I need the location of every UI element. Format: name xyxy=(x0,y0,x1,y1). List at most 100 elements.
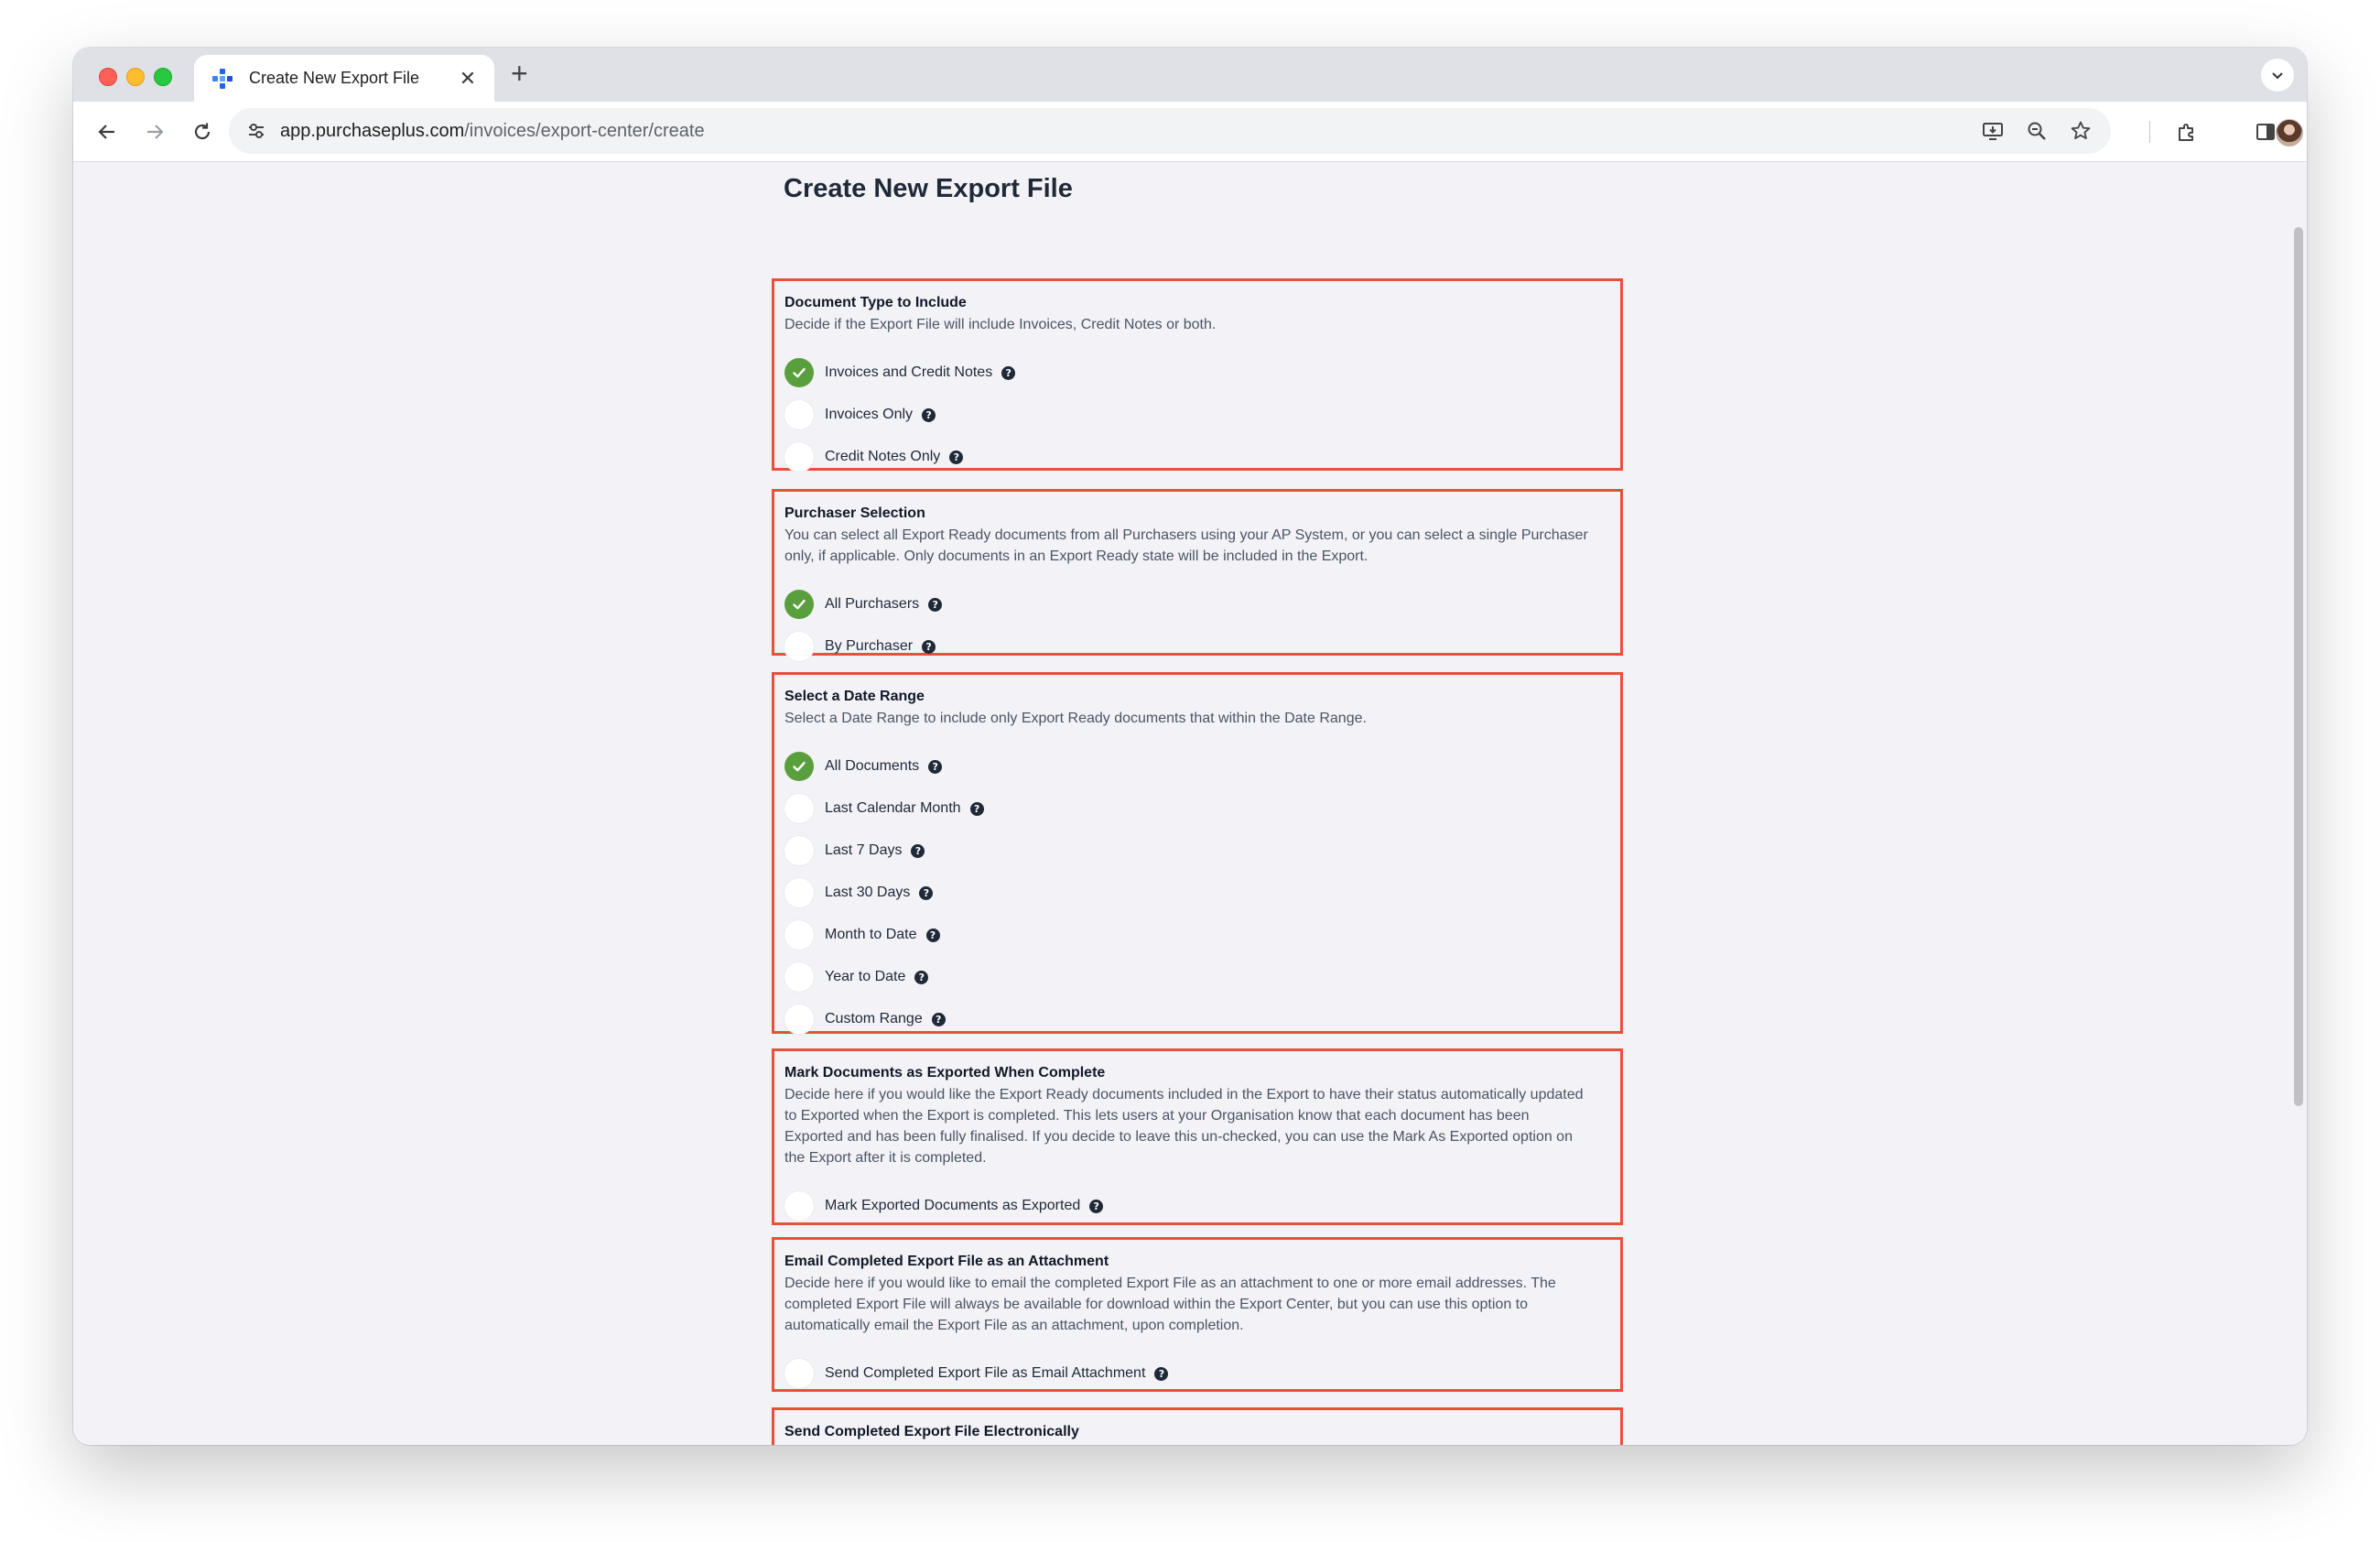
section-description: Select a Date Range to include only Expo… xyxy=(784,711,1367,726)
zoom-icon[interactable] xyxy=(2021,115,2052,147)
page-content: Create New Export File Document Type to … xyxy=(73,163,2307,1445)
address-bar[interactable]: app.purchaseplus.com/invoices/export-cen… xyxy=(229,108,2111,154)
unchecked-radio-icon[interactable] xyxy=(784,442,814,472)
bookmark-star-icon[interactable] xyxy=(2065,115,2096,147)
option-label: Invoices Only xyxy=(825,407,914,422)
option-mark-exported-documents-as-exported[interactable]: Mark Exported Documents as Exported? xyxy=(784,1185,1611,1227)
option-label: Month to Date xyxy=(825,927,917,942)
unchecked-radio-icon[interactable] xyxy=(784,920,814,950)
url-text: app.purchaseplus.com/invoices/export-cen… xyxy=(280,121,705,142)
help-question-icon[interactable]: ? xyxy=(922,407,936,422)
help-question-icon[interactable]: ? xyxy=(949,450,964,464)
minimize-window-button[interactable] xyxy=(126,68,145,86)
unchecked-radio-icon[interactable] xyxy=(784,878,814,907)
section-description: Decide here if you would like to email t… xyxy=(784,1276,1556,1333)
unchecked-radio-icon[interactable] xyxy=(784,1359,814,1388)
browser-window: Create New Export File ✕ + app.purchasep… xyxy=(73,48,2307,1445)
unchecked-radio-icon[interactable] xyxy=(784,632,814,661)
browser-toolbar: app.purchaseplus.com/invoices/export-cen… xyxy=(73,102,2307,162)
page-scrollbar[interactable] xyxy=(2294,227,2303,1106)
unchecked-radio-icon[interactable] xyxy=(784,836,814,865)
option-label: Invoices and Credit Notes xyxy=(825,364,993,380)
option-label: All Purchasers xyxy=(825,596,920,612)
spacer-10 xyxy=(2173,114,2208,149)
option-label: Last Calendar Month xyxy=(825,800,961,816)
help-question-icon[interactable]: ? xyxy=(928,597,943,612)
option-list: All Purchasers? By Purchaser? xyxy=(784,583,1611,668)
tab-create-new-export-file[interactable]: Create New Export File ✕ xyxy=(194,55,494,102)
section-title: Mark Documents as Exported When Complete xyxy=(784,1065,1106,1080)
option-last-7-days[interactable]: Last 7 Days? xyxy=(784,830,1611,872)
tab-strip: Create New Export File ✕ + xyxy=(73,48,2307,102)
section-title: Document Type to Include xyxy=(784,295,967,310)
option-year-to-date[interactable]: Year to Date? xyxy=(784,956,1611,998)
section-purchaser-selection: Purchaser Selection You can select all Ex… xyxy=(772,489,1623,661)
unchecked-radio-icon[interactable] xyxy=(784,1004,814,1034)
site-settings-icon[interactable] xyxy=(242,116,271,146)
option-list: All Documents? Last Calendar Month? Last 7… xyxy=(784,745,1611,1040)
help-question-icon[interactable]: ? xyxy=(969,801,984,816)
help-question-icon[interactable]: ? xyxy=(1154,1366,1169,1381)
zoom-window-button[interactable] xyxy=(154,68,172,86)
help-question-icon[interactable]: ? xyxy=(922,639,936,654)
option-invoices-and-credit-notes[interactable]: Invoices and Credit Notes? xyxy=(784,352,1611,394)
option-send-completed-export-file-as-email-attachment[interactable]: Send Completed Export File as Email Atta… xyxy=(784,1352,1611,1395)
option-all-documents[interactable]: All Documents? xyxy=(784,745,1611,787)
option-label: Send Completed Export File as Email Atta… xyxy=(825,1365,1146,1381)
option-list: Mark Exported Documents as Exported? xyxy=(784,1185,1611,1227)
option-label: All Documents xyxy=(825,758,920,774)
section-send-completed-export-file-electronically: Send Completed Export File Electronicall… xyxy=(772,1407,1623,1445)
help-question-icon[interactable]: ? xyxy=(919,885,934,900)
option-month-to-date[interactable]: Month to Date? xyxy=(784,914,1611,956)
option-label: Last 7 Days xyxy=(825,842,903,858)
help-question-icon[interactable]: ? xyxy=(925,928,940,942)
profile-avatar[interactable] xyxy=(2276,119,2303,147)
unchecked-radio-icon[interactable] xyxy=(784,1191,814,1221)
checked-radio-icon[interactable] xyxy=(784,590,814,619)
option-all-purchasers[interactable]: All Purchasers? xyxy=(784,583,1611,625)
section-select-a-date-range: Select a Date Range Select a Date Range t… xyxy=(772,672,1623,1034)
section-mark-documents-as-exported-when-complete: Mark Documents as Exported When Complete… xyxy=(772,1048,1623,1225)
reload-icon[interactable] xyxy=(185,114,220,149)
section-description: Decide if the Export File will include I… xyxy=(784,317,1217,332)
option-last-calendar-month[interactable]: Last Calendar Month? xyxy=(784,787,1611,830)
close-window-button[interactable] xyxy=(99,68,117,86)
page-title: Create New Export File xyxy=(784,174,1073,203)
tab-search-chevron-icon[interactable] xyxy=(2261,59,2294,92)
option-credit-notes-only[interactable]: Credit Notes Only? xyxy=(784,436,1611,478)
option-custom-range[interactable]: Custom Range? xyxy=(784,998,1611,1040)
option-list: Invoices and Credit Notes? Invoices Only?… xyxy=(784,352,1611,478)
tab-title: Create New Export File xyxy=(249,69,420,87)
help-question-icon[interactable]: ? xyxy=(1089,1199,1104,1213)
section-title: Select a Date Range xyxy=(784,689,925,704)
option-last-30-days[interactable]: Last 30 Days? xyxy=(784,872,1611,914)
toolbar-divider xyxy=(2149,121,2150,143)
tab-close-icon[interactable]: ✕ xyxy=(456,68,480,89)
new-tab-button[interactable]: + xyxy=(511,59,528,88)
option-by-purchaser[interactable]: By Purchaser? xyxy=(784,625,1611,668)
section-description: You can select all Export Ready document… xyxy=(784,527,1588,564)
purchaseplus-logo-icon xyxy=(211,67,234,91)
url-path: /invoices/export-center/create xyxy=(464,120,705,141)
unchecked-radio-icon[interactable] xyxy=(784,400,814,429)
back-arrow-icon[interactable] xyxy=(90,114,124,149)
url-host: app.purchaseplus.com xyxy=(280,120,465,141)
option-label: Mark Exported Documents as Exported xyxy=(825,1198,1081,1213)
unchecked-radio-icon[interactable] xyxy=(784,794,814,823)
forward-arrow-icon[interactable] xyxy=(137,114,172,149)
section-email-completed-export-file-as-an-attachment: Email Completed Export File as an Attach… xyxy=(772,1237,1623,1392)
help-question-icon[interactable]: ? xyxy=(911,843,925,858)
help-question-icon[interactable]: ? xyxy=(914,970,929,984)
help-question-icon[interactable]: ? xyxy=(928,759,943,774)
checked-radio-icon[interactable] xyxy=(784,752,814,781)
help-question-icon[interactable]: ? xyxy=(931,1012,946,1026)
unchecked-radio-icon[interactable] xyxy=(784,962,814,992)
checked-radio-icon[interactable] xyxy=(784,358,814,387)
install-app-icon[interactable] xyxy=(1977,115,2008,147)
section-title: Purchaser Selection xyxy=(784,505,925,521)
option-invoices-only[interactable]: Invoices Only? xyxy=(784,394,1611,436)
option-label: By Purchaser xyxy=(825,638,914,654)
section-description: Decide here if you would like the comple… xyxy=(784,1443,1590,1445)
help-question-icon[interactable]: ? xyxy=(1001,365,1016,380)
section-document-type-to-include: Document Type to Include Decide if the Ex… xyxy=(772,278,1623,472)
